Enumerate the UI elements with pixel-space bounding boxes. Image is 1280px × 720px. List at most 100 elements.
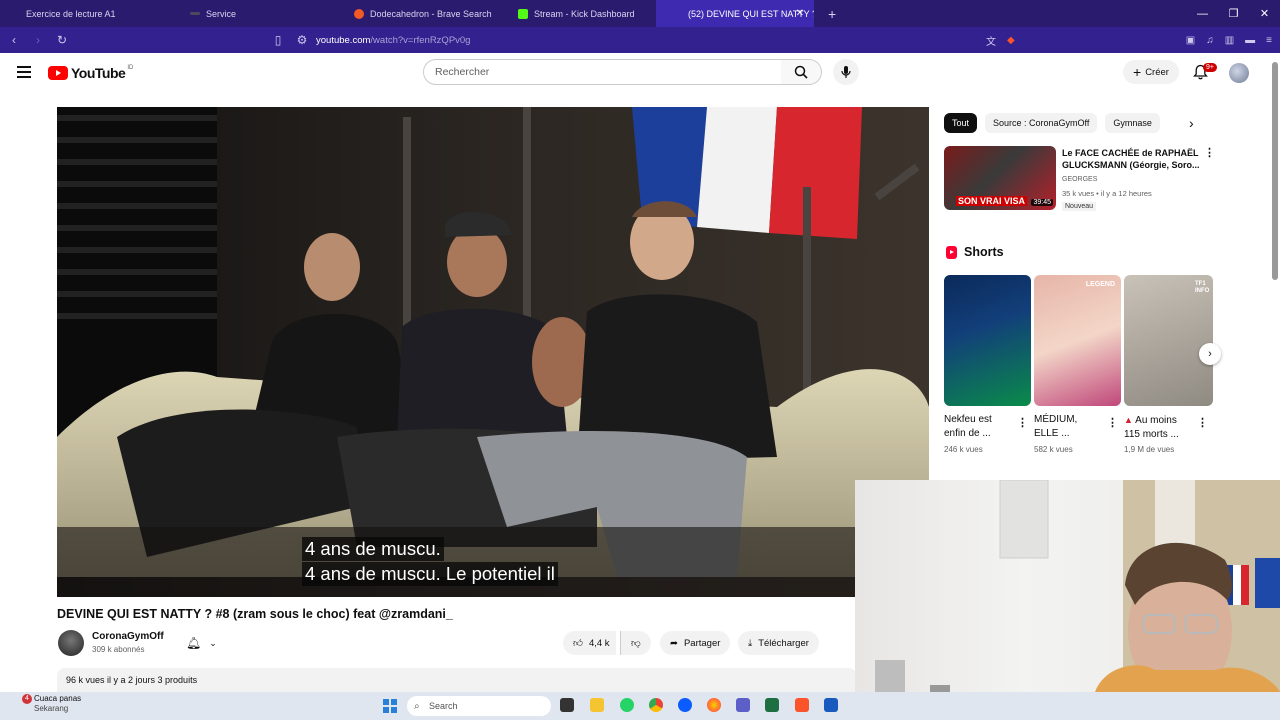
short-title[interactable]: MÉDIUM, ELLE ... — [1034, 413, 1096, 441]
more-actions-icon[interactable]: ⋮ — [1197, 418, 1208, 429]
extension-icon[interactable]: ▣ — [1186, 35, 1195, 46]
search-input[interactable]: Rechercher — [423, 59, 782, 85]
account-avatar[interactable] — [1229, 63, 1249, 83]
zoom-icon[interactable] — [678, 698, 692, 712]
new-tab-button[interactable]: + — [828, 6, 836, 22]
channel-avatar[interactable] — [58, 630, 84, 656]
chrome-icon[interactable] — [649, 698, 663, 712]
breaking-news-icon: ▲ — [1124, 415, 1133, 425]
channel-name[interactable]: CoronaGymOff — [92, 631, 164, 642]
like-button[interactable]: 👍︎ 4,4 k — [563, 631, 616, 655]
url-path: /watch?v=rfenRzQPv0g — [370, 34, 471, 46]
shorts-next-button[interactable]: › — [1199, 343, 1221, 365]
browser-tab-active[interactable]: (52) DEVINE QUI EST NATTY ? ✕ — [656, 0, 814, 27]
guide-menu-icon[interactable] — [17, 66, 31, 78]
short-thumbnail[interactable]: TF1 INFO — [1124, 275, 1213, 406]
like-count: 4,4 k — [588, 637, 610, 649]
short-title[interactable]: ▲ Au moins 115 morts ... — [1124, 413, 1194, 442]
bookmark-icon[interactable]: ▯ — [268, 33, 288, 47]
translate-icon[interactable]: 文 — [986, 33, 996, 48]
search-placeholder: Rechercher — [435, 66, 490, 78]
file-explorer-icon[interactable] — [590, 698, 604, 712]
webcam-frame — [875, 480, 1280, 692]
tab-title: Stream - Kick Dashboard — [534, 8, 635, 19]
youtube-header: YouTube ID Rechercher + Créer — [0, 53, 1280, 93]
maximize-icon[interactable]: ❐ — [1218, 7, 1249, 20]
more-actions-icon[interactable]: ⋮ — [1017, 418, 1028, 429]
browser-tab[interactable]: Stream - Kick Dashboard — [492, 0, 656, 27]
share-label: Partager — [683, 637, 721, 649]
dislike-button[interactable]: 👎︎ — [620, 631, 651, 655]
sidebar-icon[interactable]: ▥ — [1225, 35, 1234, 46]
video-duration: 39:45 — [1031, 199, 1053, 206]
task-view-icon[interactable] — [560, 698, 574, 712]
chevron-down-icon: ⌄ — [209, 637, 217, 648]
description-box[interactable]: 96 k vues il y a 2 jours 3 produits — [57, 668, 857, 692]
media-icon[interactable]: ♫ — [1206, 35, 1214, 46]
logo-text: YouTube — [71, 65, 126, 81]
menu-icon[interactable]: ≡ — [1266, 35, 1272, 46]
whatsapp-icon[interactable] — [620, 698, 634, 712]
excel-icon[interactable] — [765, 698, 779, 712]
word-icon[interactable] — [824, 698, 838, 712]
video-title: DEVINE QUI EST NATTY ? #8 (zram sous le … — [57, 607, 453, 621]
subtitle-line-1: 4 ans de muscu. — [302, 537, 444, 561]
weather-subtitle: Sekarang — [34, 704, 69, 713]
firefox-icon[interactable] — [707, 698, 721, 712]
minimize-icon[interactable]: — — [1187, 8, 1218, 20]
back-icon[interactable]: ‹ — [4, 33, 24, 47]
recommended-thumbnail[interactable]: SON VRAI VISA 39:45 — [944, 146, 1056, 210]
wallet-icon[interactable]: ▬ — [1245, 35, 1255, 46]
weather-widget[interactable]: Cuaca panas Sekarang 4 — [12, 694, 81, 714]
more-actions-icon[interactable]: ⋮ — [1107, 418, 1118, 429]
short-title[interactable]: Nekfeu est enfin de ... — [944, 413, 1006, 441]
close-tab-icon[interactable]: ✕ — [796, 8, 804, 19]
brave-shields-icon[interactable]: ◆ — [1007, 35, 1015, 46]
chip-all[interactable]: Tout — [944, 113, 978, 133]
notification-count-badge: 9+ — [1203, 63, 1217, 72]
chip-source[interactable]: Source : CoronaGymOff — [985, 113, 1098, 133]
create-button[interactable]: + Créer — [1123, 60, 1179, 84]
url-field[interactable]: youtube.com/watch?v=rfenRzQPv0g — [316, 35, 470, 46]
chip-gym[interactable]: Gymnase — [1105, 113, 1160, 133]
shorts-heading: Shorts — [946, 245, 1004, 259]
brave-icon[interactable] — [795, 698, 809, 712]
close-window-icon[interactable]: ✕ — [1249, 7, 1280, 20]
thumb-up-icon: 👍︎ — [573, 638, 583, 649]
more-actions-icon[interactable]: ⋮ — [1204, 148, 1215, 159]
browser-tab[interactable]: Dodecahedron - Brave Search — [328, 0, 492, 27]
voice-search-button[interactable] — [833, 59, 859, 85]
recommended-channel[interactable]: GEORGES — [1062, 176, 1097, 183]
video-frame — [57, 107, 929, 597]
browser-tab[interactable]: Service — [164, 0, 328, 27]
short-thumbnail[interactable]: LEGEND — [1034, 275, 1121, 406]
page-scrollbar[interactable] — [1272, 62, 1278, 280]
brave-search-favicon-icon — [354, 8, 364, 19]
windows-taskbar: Cuaca panas Sekarang 4 ⌕ Search — [0, 692, 1280, 720]
download-button[interactable]: ⤓ Télécharger — [738, 631, 819, 655]
teams-icon[interactable] — [736, 698, 750, 712]
video-player[interactable]: 4 ans de muscu. 4 ans de muscu. Le poten… — [57, 107, 929, 597]
share-button[interactable]: ➦ Partager — [660, 631, 731, 655]
youtube-logo[interactable]: YouTube ID — [48, 65, 133, 81]
subscription-bell-button[interactable]: 🔔︎ ⌄ — [180, 632, 226, 654]
webcam-overlay — [855, 480, 1280, 692]
shorts-icon — [946, 245, 957, 259]
site-info-icon[interactable]: ⚙ — [292, 33, 312, 47]
create-label: Créer — [1145, 66, 1169, 78]
reload-icon[interactable]: ↻ — [52, 33, 72, 47]
forward-icon[interactable]: › — [28, 33, 48, 47]
windows-start-icon[interactable] — [383, 699, 397, 713]
taskbar-search-label: Search — [429, 701, 458, 711]
youtube-play-icon — [48, 66, 68, 80]
logo-region: ID — [127, 65, 134, 71]
chips-next-icon[interactable]: › — [1189, 115, 1194, 131]
recommended-title[interactable]: Le FACE CACHÉE de RAPHAËL GLUCKSMANN (Gé… — [1062, 147, 1200, 171]
new-badge: Nouveau — [1062, 202, 1097, 211]
search-icon — [794, 65, 808, 79]
browser-tab[interactable]: Exercice de lecture A1 — [0, 0, 164, 27]
short-thumbnail[interactable] — [944, 275, 1031, 406]
tab-favicon-icon — [190, 12, 200, 15]
search-button[interactable] — [781, 59, 822, 85]
taskbar-search[interactable]: ⌕ Search — [407, 696, 551, 716]
